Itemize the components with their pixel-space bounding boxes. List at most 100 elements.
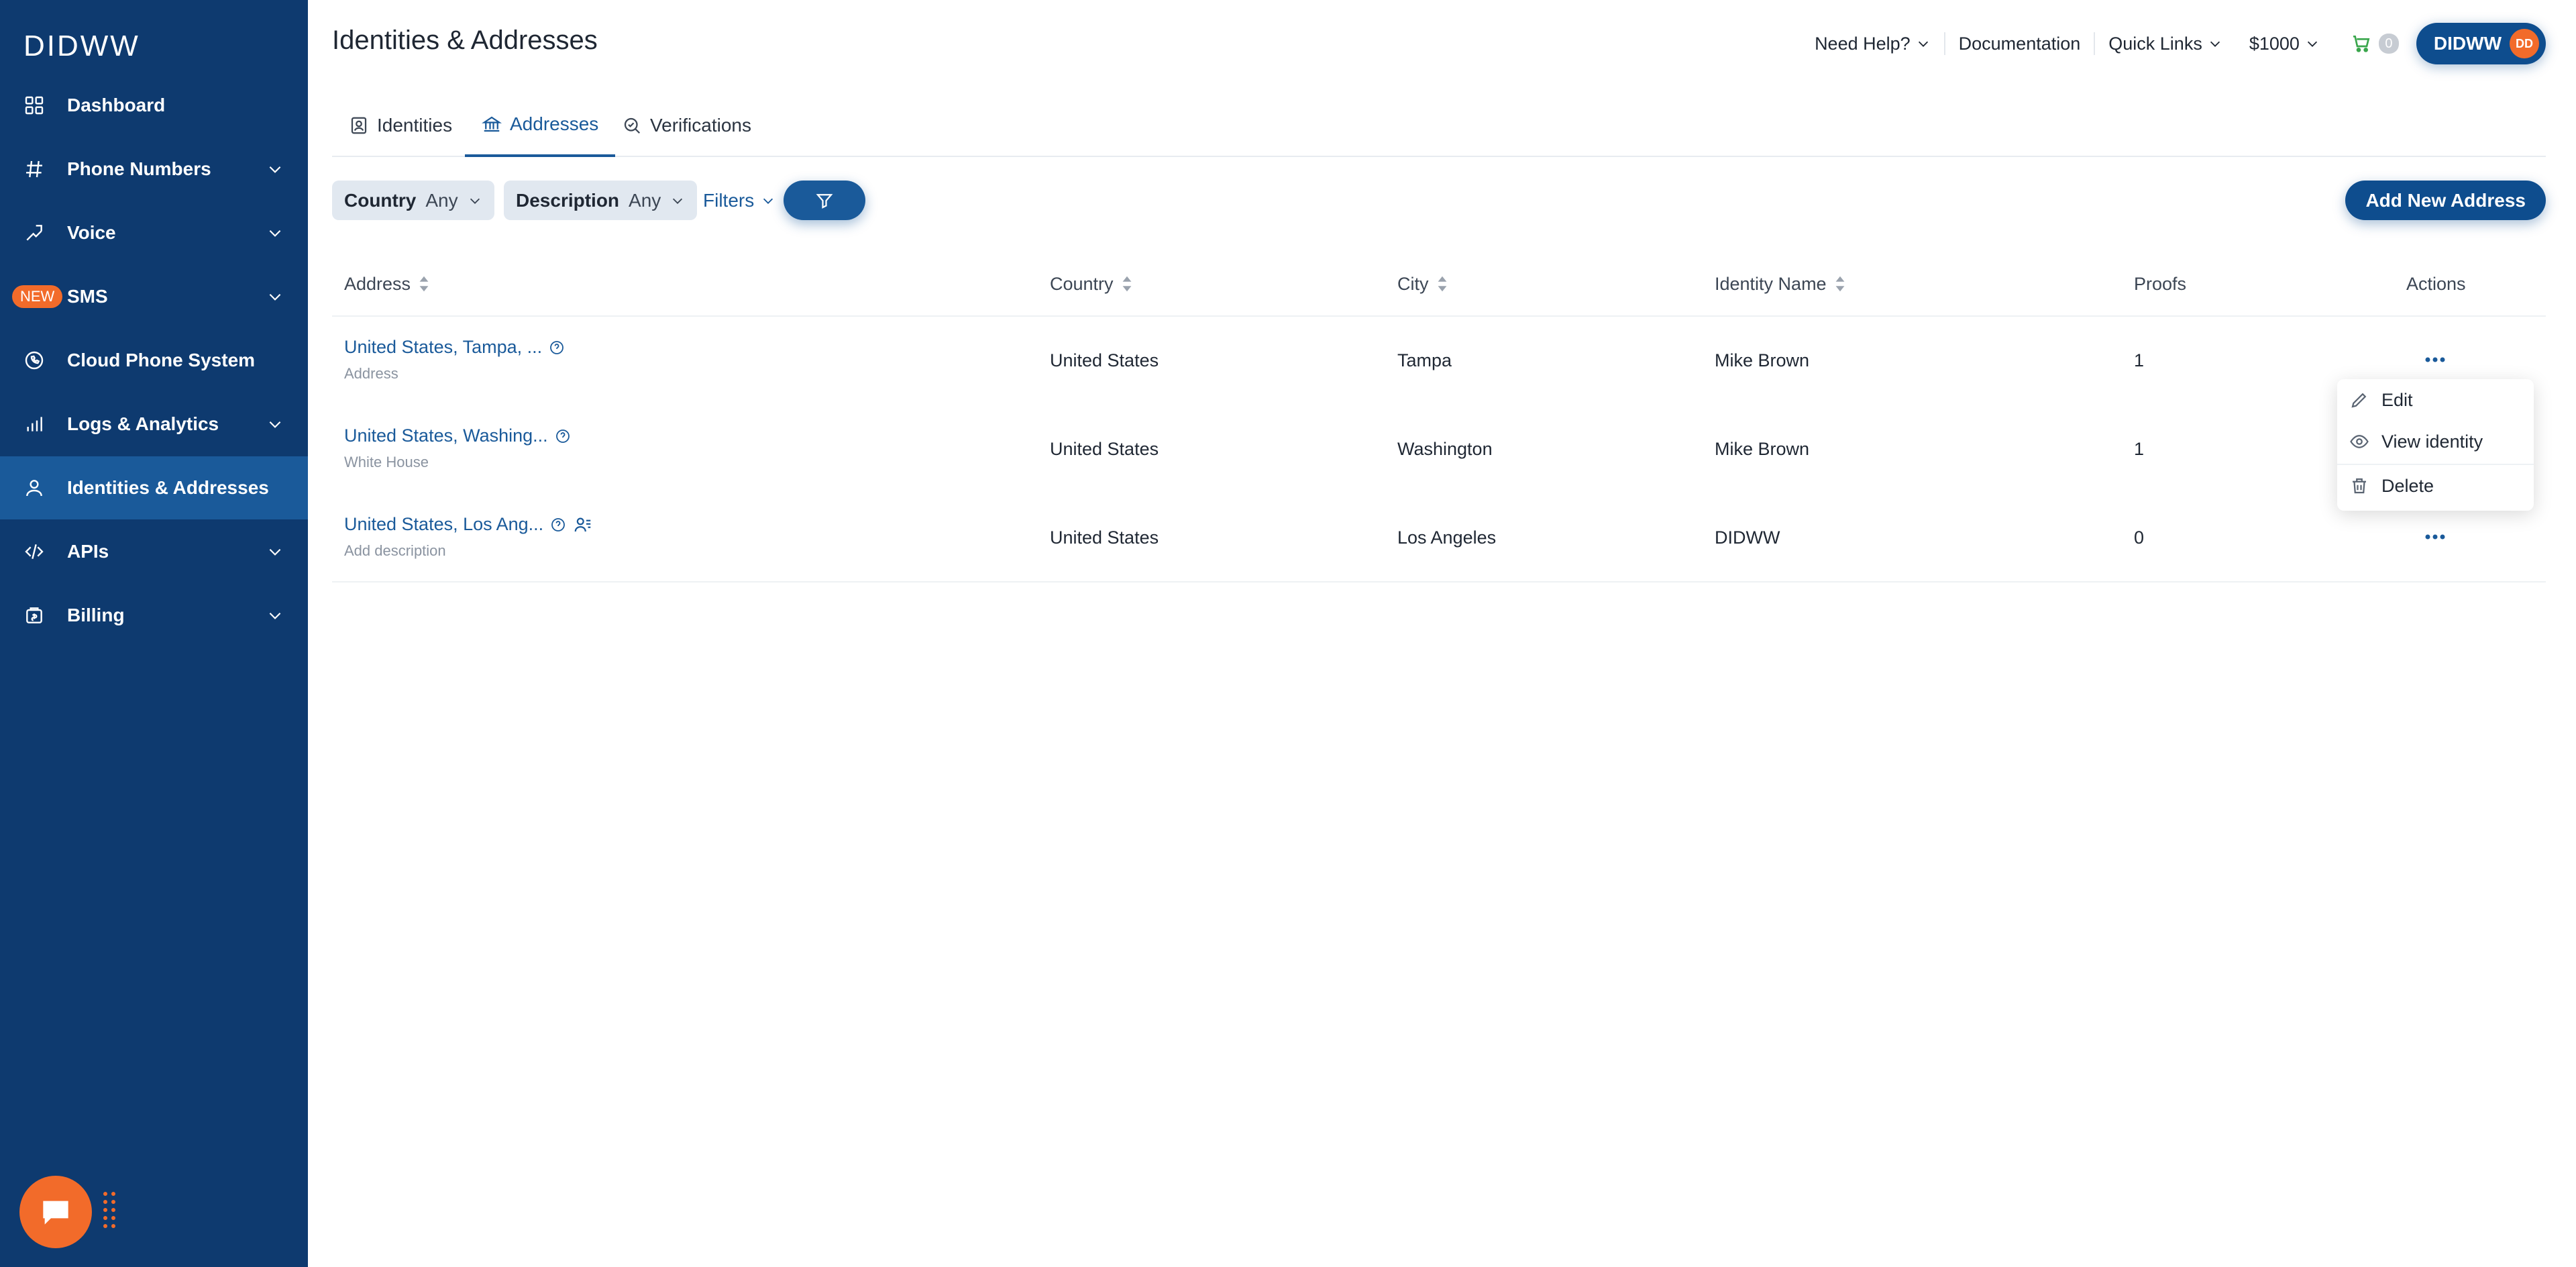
help-circle-icon[interactable] — [549, 340, 565, 356]
identity-name-cell: Mike Brown — [1715, 350, 1810, 370]
column-header-identity-name[interactable]: Identity Name — [1715, 252, 1845, 315]
identity-name-cell: DIDWW — [1715, 527, 1780, 548]
chevron-down-icon — [269, 548, 281, 556]
column-header-actions: Actions — [2406, 273, 2466, 294]
menu-item-view-identity[interactable]: View identity — [2337, 421, 2534, 462]
sort-icon — [1835, 276, 1844, 292]
account-menu-button[interactable]: DIDWW DD — [2416, 23, 2546, 64]
address-link[interactable]: United States, Washing... — [344, 425, 571, 446]
column-header-address[interactable]: Address — [344, 252, 429, 315]
identity-name-cell: Mike Brown — [1715, 439, 1810, 459]
more-horizontal-icon — [2425, 357, 2445, 362]
cart-button[interactable]: 0 — [2333, 33, 2416, 54]
sidebar-item-logs-analytics[interactable]: Logs & Analytics — [0, 393, 308, 456]
filters-dropdown[interactable]: Filters — [703, 181, 775, 220]
account-name: DIDWW — [2433, 33, 2502, 54]
row-actions-button[interactable] — [2423, 348, 2447, 372]
chip-value: Any — [425, 189, 458, 211]
sort-icon — [1122, 276, 1131, 292]
chevron-down-icon — [269, 421, 281, 428]
address-text: United States, Washing... — [344, 425, 548, 446]
city-cell: Washington — [1397, 439, 1493, 459]
tab-label: Verifications — [650, 115, 751, 136]
tab-identities[interactable]: Identities — [332, 94, 469, 157]
chip-label: Country — [344, 189, 417, 211]
need-help-dropdown[interactable]: Need Help? — [1801, 23, 1944, 64]
add-new-address-button[interactable]: Add New Address — [2345, 181, 2546, 220]
menu-item-label: Edit — [2381, 389, 2413, 410]
logo[interactable]: DIDWW — [23, 30, 140, 63]
sidebar-item-label: Cloud Phone System — [67, 350, 256, 370]
apply-filter-button[interactable] — [784, 181, 865, 220]
tab-label: Addresses — [510, 113, 599, 134]
documentation-link[interactable]: Documentation — [1945, 23, 2094, 64]
sort-icon — [419, 276, 429, 292]
balance-value: $1000 — [2249, 33, 2300, 54]
chevron-down-icon — [1918, 41, 1928, 47]
column-label: City — [1397, 273, 1429, 294]
tab-verifications[interactable]: Verifications — [605, 94, 768, 157]
sidebar-item-billing[interactable]: Billing — [0, 584, 308, 647]
more-horizontal-icon — [2425, 534, 2445, 540]
balance-dropdown[interactable]: $1000 — [2236, 23, 2333, 64]
sidebar-item-label: Voice — [67, 222, 116, 243]
menu-item-delete[interactable]: Delete — [2337, 465, 2534, 507]
drag-handle-icon[interactable] — [102, 1190, 117, 1231]
sidebar-item-voice[interactable]: Voice — [0, 201, 308, 264]
menu-item-label: Delete — [2381, 475, 2434, 496]
need-help-label: Need Help? — [1815, 33, 1911, 54]
help-circle-icon[interactable] — [550, 517, 566, 533]
sidebar-item-label: Logs & Analytics — [67, 413, 219, 434]
hash-icon — [22, 157, 46, 181]
address-description[interactable]: Address — [344, 365, 398, 383]
filters-label: Filters — [703, 189, 755, 211]
bank-icon — [482, 116, 502, 132]
chevron-down-icon — [673, 198, 683, 204]
sidebar-item-identities-addresses[interactable]: Identities & Addresses — [0, 456, 308, 519]
chevron-down-icon — [269, 612, 281, 619]
search-check-icon — [624, 117, 641, 134]
proofs-cell: 0 — [2134, 527, 2145, 548]
sidebar-item-sms[interactable]: NEW SMS — [0, 265, 308, 328]
sidebar-item-dashboard[interactable]: Dashboard — [0, 74, 308, 137]
sidebar-item-phone-numbers[interactable]: Phone Numbers — [0, 138, 308, 201]
address-link[interactable]: United States, Tampa, ... — [344, 337, 565, 358]
proofs-cell: 1 — [2134, 439, 2145, 459]
help-circle-icon[interactable] — [555, 428, 571, 444]
chip-value: Any — [629, 189, 661, 211]
table-row: United States, Tampa, ... Address United… — [332, 317, 2546, 405]
id-card-icon — [351, 117, 367, 134]
country-cell: United States — [1050, 350, 1159, 370]
country-cell: United States — [1050, 439, 1159, 459]
chevron-down-icon — [269, 166, 281, 173]
billing-icon — [22, 603, 46, 627]
avatar: DD — [2510, 29, 2539, 58]
quick-links-dropdown[interactable]: Quick Links — [2095, 23, 2236, 64]
chat-button[interactable] — [19, 1176, 92, 1248]
pencil-icon — [2351, 393, 2367, 408]
country-filter-chip[interactable]: Country Any — [332, 181, 494, 220]
column-header-country[interactable]: Country — [1050, 252, 1132, 315]
sidebar-item-label: Billing — [67, 605, 125, 625]
table-row: United States, Los Ang... Add descriptio… — [332, 494, 2546, 582]
column-header-city[interactable]: City — [1397, 252, 1448, 315]
tab-addresses[interactable]: Addresses — [465, 94, 616, 157]
description-filter-chip[interactable]: Description Any — [504, 181, 698, 220]
user-list-icon[interactable] — [573, 515, 593, 535]
sidebar-item-apis[interactable]: APIs — [0, 520, 308, 583]
chevron-down-icon — [2307, 41, 2317, 47]
row-actions-button[interactable] — [2423, 525, 2447, 549]
divider — [332, 581, 2546, 582]
address-link[interactable]: United States, Los Ang... — [344, 514, 593, 535]
column-label: Identity Name — [1715, 273, 1827, 294]
header-toolbar: Need Help? Documentation Quick Links $10… — [1801, 23, 2546, 64]
sort-icon — [1438, 276, 1446, 292]
sidebar-item-label: Dashboard — [67, 95, 166, 115]
address-description[interactable]: Add description — [344, 542, 446, 560]
sidebar-item-cloud-phone-system[interactable]: Cloud Phone System — [0, 329, 308, 392]
menu-item-edit[interactable]: Edit — [2337, 379, 2534, 421]
bar-chart-icon — [22, 412, 46, 436]
address-description[interactable]: White House — [344, 454, 429, 471]
sidebar-item-label: Phone Numbers — [67, 158, 211, 179]
grid-icon — [22, 93, 46, 117]
